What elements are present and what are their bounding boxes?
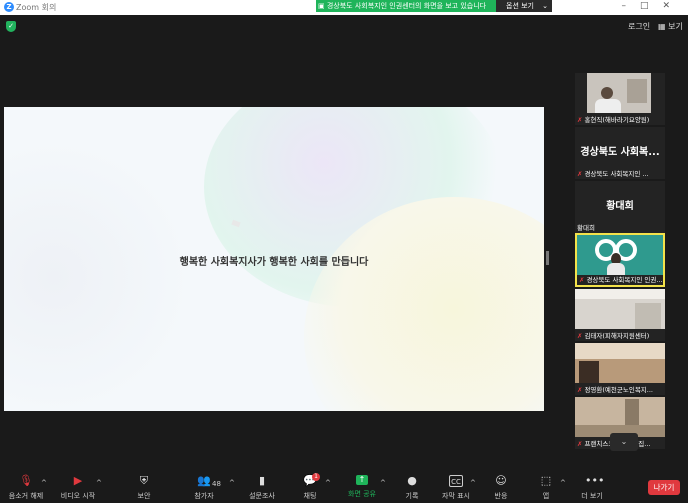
- share-screen-button[interactable]: ↑ 화면 공유: [340, 475, 384, 499]
- participant-name: ✗ 김태자(피해자지원센터): [577, 332, 650, 340]
- smiley-icon: ☺: [495, 474, 507, 487]
- slide-decoration: [4, 127, 184, 411]
- security-shield-icon[interactable]: ✓: [6, 21, 16, 32]
- participant-video: [575, 397, 665, 437]
- active-speaker-tile[interactable]: ✗ 경상북도 사회복지인 인권...: [575, 233, 665, 287]
- zoom-logo-icon: Z: [4, 2, 14, 12]
- bar-chart-icon: ▮: [258, 474, 266, 487]
- app-title: Zoom 회의: [16, 3, 57, 12]
- share-banner-text: 경상북도 사회복지인 인권센터의 화면을 보고 있습니다: [326, 2, 487, 10]
- apps-options-chevron-icon[interactable]: ^: [560, 479, 566, 487]
- shield-icon: ⛨: [139, 474, 149, 487]
- screen-share-icon: ▣: [318, 2, 325, 10]
- participant-video: [575, 343, 665, 383]
- participant-name: ✗ 정영환(예천군노인복지...: [577, 386, 653, 394]
- participant-video: [587, 73, 651, 113]
- security-button[interactable]: ⛨ 보안: [122, 475, 166, 501]
- muted-mic-icon: ✗: [577, 116, 583, 124]
- muted-mic-icon: ✗: [577, 332, 583, 340]
- slide-text: 행복한 사회복지사가 행복한 사회를 만듭니다: [179, 257, 369, 268]
- participant-name: ✗ 경상북도 사회복지인 인권...: [579, 276, 663, 284]
- participant-video: [575, 289, 665, 329]
- record-button[interactable]: ● 기록: [390, 475, 434, 501]
- chat-options-chevron-icon[interactable]: ^: [325, 479, 331, 487]
- video-options-chevron-icon[interactable]: ^: [96, 479, 102, 487]
- video-off-icon: ▶: [73, 474, 83, 487]
- polls-button[interactable]: ▮ 설문조사: [240, 475, 284, 501]
- unmute-label: 음소거 해제: [8, 492, 44, 500]
- view-options-button[interactable]: 옵션 보기 ⌄: [496, 0, 552, 12]
- participant-display-name: 황대희: [606, 201, 634, 212]
- view-options-label: 옵션 보기: [506, 2, 534, 10]
- apps-label: 앱: [542, 492, 550, 500]
- reactions-button[interactable]: ☺ 반응: [479, 475, 523, 501]
- leave-button[interactable]: 나가기: [648, 480, 680, 495]
- participants-icon: 👥: [197, 474, 211, 487]
- record-icon: ●: [407, 474, 417, 487]
- polls-label: 설문조사: [249, 492, 275, 500]
- chat-unread-badge: 1: [312, 473, 320, 481]
- login-button[interactable]: 로그인: [628, 21, 650, 32]
- participant-video: [577, 235, 663, 275]
- meeting-toolbar: 🎙 음소거 해제 ^ ▶ 비디오 시작 ^ ⛨ 보안 👥 참가자 48 ^ ▮ …: [0, 463, 688, 503]
- view-button-label: 보기: [668, 22, 683, 31]
- chevron-down-icon: ⌄: [542, 2, 548, 10]
- security-label: 보안: [137, 492, 151, 500]
- muted-mic-icon: ✗: [577, 440, 583, 448]
- chat-label: 채팅: [303, 492, 317, 500]
- participant-tile[interactable]: ✗ 김태자(피해자지원센터): [575, 289, 665, 341]
- participants-label: 참가자: [194, 492, 214, 500]
- participant-tile[interactable]: ✗ 정영환(예천군노인복지...: [575, 343, 665, 395]
- captions-options-chevron-icon[interactable]: ^: [470, 479, 476, 487]
- participant-display-name: 경상북도 사회복...: [580, 147, 660, 158]
- audio-options-chevron-icon[interactable]: ^: [41, 479, 47, 487]
- participant-tile[interactable]: ✗ 홍현직(해바라기요양원): [575, 73, 665, 125]
- muted-mic-icon: 🎙: [19, 474, 33, 487]
- grid-icon: ▦: [658, 22, 666, 31]
- share-screen-label: 화면 공유: [348, 490, 376, 498]
- more-label: 더 보기: [581, 492, 603, 500]
- participant-tile[interactable]: 황대희 황대희: [575, 181, 665, 233]
- muted-mic-icon: ✗: [577, 170, 583, 178]
- more-dots-icon: •••: [585, 474, 605, 487]
- gallery-scroll-down-button[interactable]: ⌄: [610, 433, 638, 451]
- shared-screen: 행복한 사회복지사가 행복한 사회를 만듭니다: [4, 107, 544, 411]
- participant-tile[interactable]: 경상북도 사회복... ✗ 경상북도 사회복지인 ...: [575, 127, 665, 179]
- share-banner: ▣ 경상북도 사회복지인 인권센터의 화면을 보고 있습니다: [316, 0, 496, 12]
- captions-label: 자막 표시: [442, 492, 470, 500]
- apps-icon: ⬚: [540, 474, 552, 487]
- window-controls[interactable]: –□✕: [621, 1, 684, 11]
- participant-name: 황대희: [577, 224, 595, 232]
- participants-options-chevron-icon[interactable]: ^: [229, 479, 235, 487]
- participant-name: ✗ 경상북도 사회복지인 ...: [577, 170, 649, 178]
- share-screen-icon: ↑: [356, 475, 368, 485]
- start-video-label: 비디오 시작: [60, 492, 96, 500]
- title-bar: Z Zoom 회의 ▣ 경상북도 사회복지인 인권센터의 화면을 보고 있습니다…: [0, 0, 688, 15]
- resize-handle[interactable]: [546, 251, 549, 265]
- more-button[interactable]: ••• 더 보기: [570, 475, 614, 501]
- muted-mic-icon: ✗: [577, 386, 583, 394]
- participant-name: ✗ 홍현직(해바라기요양원): [577, 116, 650, 124]
- muted-mic-icon: ✗: [579, 276, 585, 284]
- chevron-down-icon: ⌄: [620, 437, 628, 446]
- cc-icon: CC: [449, 475, 463, 487]
- share-options-chevron-icon[interactable]: ^: [380, 479, 386, 487]
- start-video-button[interactable]: ▶ 비디오 시작: [56, 475, 100, 501]
- participants-count: 48: [212, 480, 221, 488]
- reactions-label: 반응: [494, 492, 508, 500]
- participants-button[interactable]: 👥 참가자: [182, 475, 226, 501]
- view-button[interactable]: ▦ 보기: [658, 21, 683, 32]
- record-label: 기록: [405, 492, 419, 500]
